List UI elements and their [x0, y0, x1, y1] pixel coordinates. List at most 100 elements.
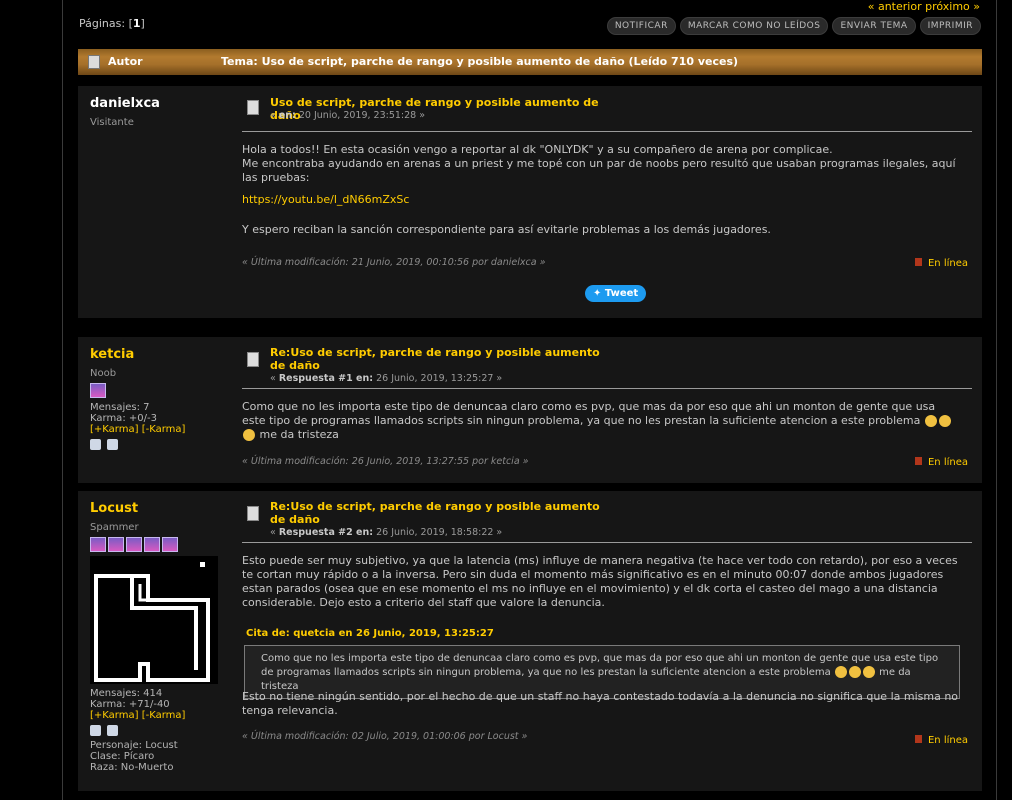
contact-icons [90, 725, 230, 736]
post-count: Mensajes: 414 [90, 688, 163, 699]
message-icon [247, 352, 259, 367]
profile-icon[interactable] [90, 725, 101, 736]
post-date: 20 Junio, 2019, 23:51:28 » [295, 110, 426, 121]
frame-right-line [996, 0, 997, 800]
post-text: Como que no les importa este tipo de den… [242, 400, 936, 427]
rank-stars [90, 537, 230, 552]
poster-username[interactable]: ketcia [90, 347, 230, 362]
online-status: En línea [914, 735, 968, 746]
karma-minus-link[interactable]: [-Karma] [142, 424, 186, 435]
post: ketcia Noob Mensajes: 7 Karma: +0/-3 [+K… [78, 337, 982, 483]
online-icon [914, 735, 922, 743]
rank-star-icon [126, 537, 142, 552]
pm-icon[interactable] [107, 725, 118, 736]
topic-nav: « anterior próximo » [868, 0, 980, 13]
rank-star-icon [90, 383, 106, 398]
last-modified: « Última modificación: 26 Junio, 2019, 1… [242, 456, 529, 467]
poster-info: ketcia Noob Mensajes: 7 Karma: +0/-3 [+K… [90, 347, 230, 450]
rank-stars [90, 383, 230, 398]
post-meta-label: Respuesta #1 en: [278, 373, 374, 384]
message-icon [247, 506, 259, 521]
online-label: En línea [927, 258, 968, 269]
rank-star-icon [144, 537, 160, 552]
post: Locust Spammer Mensajes: 414 Karma: +71/… [78, 491, 982, 791]
last-modified: « Última modificación: 21 Junio, 2019, 0… [242, 257, 546, 268]
contact-icons [90, 439, 230, 450]
post-body-after-quote: Esto no tiene ningún sentido, por el hec… [242, 690, 959, 717]
poster-rank: Spammer [90, 522, 139, 533]
post-count: Mensajes: 7 [90, 402, 150, 413]
sad-emoticon-icon [924, 415, 937, 427]
youtube-link[interactable]: https://youtu.be/l_dN66mZxSc [242, 193, 409, 206]
karma-plus-link[interactable]: [+Karma] [90, 710, 139, 721]
post-text: Me encontraba ayudando en arenas a un pr… [242, 157, 956, 184]
karma-minus-link[interactable]: [-Karma] [142, 710, 186, 721]
poster-info: Locust Spammer Mensajes: 414 Karma: +71/… [90, 501, 230, 773]
character-name: Personaje: Locust [90, 740, 178, 751]
post-body: Hola a todos!! En esta ocasión vengo a r… [242, 143, 962, 237]
online-icon [914, 457, 922, 465]
poster-username[interactable]: danielxca [90, 96, 230, 111]
send-topic-button[interactable]: ENVIAR TEMA [832, 17, 916, 35]
post-text: Y espero reciban la sanción correspondie… [242, 223, 771, 236]
twitter-icon: ✦ [593, 288, 602, 299]
avatar [90, 556, 218, 684]
poster-stats: Mensajes: 7 Karma: +0/-3 [+Karma] [-Karm… [90, 402, 230, 435]
next-topic-link[interactable]: próximo » [925, 0, 980, 13]
post-meta: « Respuesta #1 en: 26 Junio, 2019, 13:25… [270, 373, 503, 384]
karma-value: Karma: +0/-3 [90, 413, 157, 424]
online-status: En línea [914, 457, 968, 468]
topic-toolbar: NOTIFICAR MARCAR COMO NO LEÍDOS ENVIAR T… [606, 17, 981, 35]
poster-rank: Visitante [90, 117, 134, 128]
print-button[interactable]: IMPRIMIR [919, 17, 981, 35]
poster-info: danielxca Visitante [90, 96, 230, 128]
quote-header[interactable]: Cita de: quetcia en 26 Junio, 2019, 13:2… [246, 628, 494, 639]
document-icon [88, 55, 100, 69]
post-body: Esto puede ser muy subjetivo, ya que la … [242, 554, 958, 609]
profile-icon[interactable] [90, 439, 101, 450]
sad-emoticon-icon [834, 666, 847, 678]
online-icon [914, 258, 922, 266]
sad-emoticon-icon [848, 666, 861, 678]
poster-rank: Noob [90, 368, 117, 379]
post-divider [242, 542, 972, 543]
sad-emoticon-icon [938, 415, 951, 427]
sad-emoticon-icon [243, 429, 255, 441]
post-body: Como que no les importa este tipo de den… [242, 400, 962, 442]
rank-star-icon [162, 537, 178, 552]
poster-username[interactable]: Locust [90, 501, 230, 516]
post-meta: « Respuesta #2 en: 26 Junio, 2019, 18:58… [270, 527, 503, 538]
avatar-image [90, 556, 218, 684]
rank-star-icon [90, 537, 106, 552]
post-subject[interactable]: Re:Uso de script, parche de rango y posi… [270, 500, 610, 526]
pages-label: Páginas: [79, 17, 126, 30]
character-class: Clase: Pícaro [90, 751, 155, 762]
character-race: Raza: No-Muerto [90, 762, 174, 773]
post-date: 26 Junio, 2019, 13:25:27 » [373, 373, 503, 384]
post: danielxca Visitante Uso de script, parch… [78, 86, 982, 318]
mark-unread-button[interactable]: MARCAR COMO NO LEÍDOS [679, 17, 829, 35]
karma-value: Karma: +71/-40 [90, 699, 170, 710]
post-text: me da tristeza [259, 428, 339, 441]
online-label: En línea [927, 735, 968, 746]
pagination: Páginas: [1] [79, 17, 145, 30]
author-column-label: Autor [108, 55, 143, 68]
notify-button[interactable]: NOTIFICAR [606, 17, 676, 35]
message-icon [247, 100, 259, 115]
karma-plus-link[interactable]: [+Karma] [90, 424, 139, 435]
post-divider [242, 388, 972, 389]
online-label: En línea [927, 457, 968, 468]
sad-emoticon-icon [862, 666, 875, 678]
frame-left-line [62, 0, 63, 800]
post-meta-label: en: [278, 110, 296, 121]
current-page[interactable]: 1 [133, 17, 141, 30]
tweet-button[interactable]: ✦ Tweet [585, 285, 647, 302]
pm-icon[interactable] [107, 439, 118, 450]
post-meta-label: Respuesta #2 en: [278, 527, 374, 538]
post-date: 26 Junio, 2019, 18:58:22 » [373, 527, 503, 538]
poster-stats: Mensajes: 414 Karma: +71/-40 [+Karma] [-… [90, 688, 230, 721]
character-info: Personaje: Locust Clase: Pícaro Raza: No… [90, 740, 230, 773]
post-subject[interactable]: Re:Uso de script, parche de rango y posi… [270, 346, 610, 372]
topic-title: Tema: Uso de script, parche de rango y p… [221, 55, 739, 68]
prev-topic-link[interactable]: « anterior [868, 0, 922, 13]
